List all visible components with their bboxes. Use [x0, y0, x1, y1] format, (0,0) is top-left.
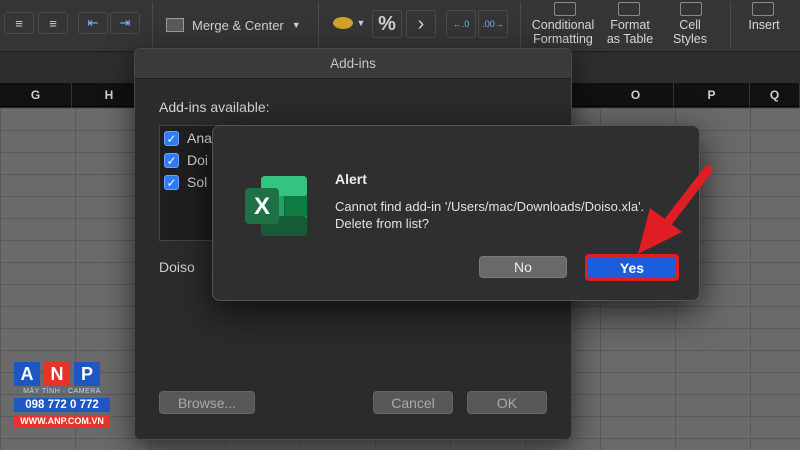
column-header-p[interactable]: P — [674, 83, 750, 107]
alert-dialog: X Alert Cannot find add-in '/Users/mac/D… — [212, 125, 700, 301]
logo-tagline: MÁY TÍNH · CAMERA — [23, 388, 101, 395]
increase-indent-button[interactable]: ⇥ — [110, 12, 140, 34]
cell-styles-icon — [680, 2, 702, 16]
addins-dialog-title: Add-ins — [135, 49, 571, 79]
decrease-indent-button[interactable]: ⇤ — [78, 12, 108, 34]
anp-logo: A N P MÁY TÍNH · CAMERA 098 772 0 772 WW… — [14, 362, 114, 438]
decrease-decimal-icon: .00→ — [482, 19, 504, 29]
logo-letter: P — [74, 362, 100, 386]
logo-letter: A — [14, 362, 40, 386]
chevron-down-icon: ▼ — [291, 20, 301, 30]
insert-button[interactable]: Insert — [740, 18, 788, 32]
alert-title: Alert — [335, 171, 367, 187]
list-item[interactable]: ✓ Sol — [164, 172, 207, 192]
column-header-g[interactable]: G — [0, 83, 72, 107]
column-header-q[interactable]: Q — [750, 83, 800, 107]
addin-label: Sol — [187, 174, 208, 190]
excel-icon: X — [245, 176, 307, 236]
conditional-formatting-icon — [554, 2, 576, 16]
addins-available-label: Add-ins available: — [159, 99, 270, 115]
align-center-icon: ≡ — [15, 15, 23, 31]
merge-center-button[interactable]: Merge & Center ▼ — [166, 14, 306, 36]
checkbox-checked-icon[interactable]: ✓ — [164, 152, 179, 168]
checkbox-checked-icon[interactable]: ✓ — [164, 130, 179, 146]
align-right-button[interactable]: ≡ — [38, 12, 68, 34]
merge-cells-icon — [166, 18, 184, 32]
logo-website: WWW.ANP.COM.VN — [14, 415, 110, 428]
align-center-button[interactable]: ≡ — [4, 12, 34, 34]
percent-icon: % — [378, 12, 396, 35]
addin-label: Ana — [187, 130, 212, 146]
ok-button[interactable]: OK — [467, 391, 547, 414]
red-arrow-icon — [638, 165, 713, 254]
conditional-formatting-button[interactable]: Conditional Formatting — [526, 18, 600, 46]
cell-styles-button[interactable]: Cell Styles — [662, 18, 718, 46]
excel-letter: X — [254, 193, 270, 220]
browse-button[interactable]: Browse... — [159, 391, 255, 414]
cancel-button[interactable]: Cancel — [373, 391, 453, 414]
addin-description: Doiso — [159, 259, 195, 275]
logo-letter: N — [44, 362, 70, 386]
format-as-table-button[interactable]: Format as Table — [602, 18, 658, 46]
comma-style-button[interactable]: › — [406, 10, 436, 38]
increase-decimal-icon: ←.0 — [452, 19, 470, 29]
decrease-decimal-button[interactable]: .00→ — [478, 10, 508, 38]
column-header-o[interactable]: O — [598, 83, 674, 107]
merge-center-label: Merge & Center — [192, 17, 284, 33]
format-table-icon — [618, 2, 640, 16]
checkbox-checked-icon[interactable]: ✓ — [164, 174, 179, 190]
increase-indent-icon: ⇥ — [119, 15, 131, 30]
chevron-down-icon: ▼ — [356, 18, 366, 28]
align-right-icon: ≡ — [49, 15, 57, 31]
increase-decimal-button[interactable]: ←.0 — [446, 10, 476, 38]
list-item[interactable]: ✓ Doi — [164, 150, 208, 170]
coins-icon — [332, 17, 353, 29]
percent-style-button[interactable]: % — [372, 10, 402, 38]
insert-cells-icon — [752, 2, 774, 16]
accounting-format-button[interactable]: ▼ — [328, 12, 370, 34]
no-button[interactable]: No — [479, 256, 567, 278]
logo-phone: 098 772 0 772 — [14, 398, 110, 412]
decrease-indent-icon: ⇤ — [87, 15, 99, 30]
ribbon: ≡ ≡ ⇤ ⇥ Merge & Center ▼ ▼ % › ←.0 .00→ … — [0, 0, 800, 52]
list-item[interactable]: ✓ Ana — [164, 128, 212, 148]
comma-icon: › — [417, 12, 425, 35]
addin-label: Doi — [187, 152, 209, 168]
